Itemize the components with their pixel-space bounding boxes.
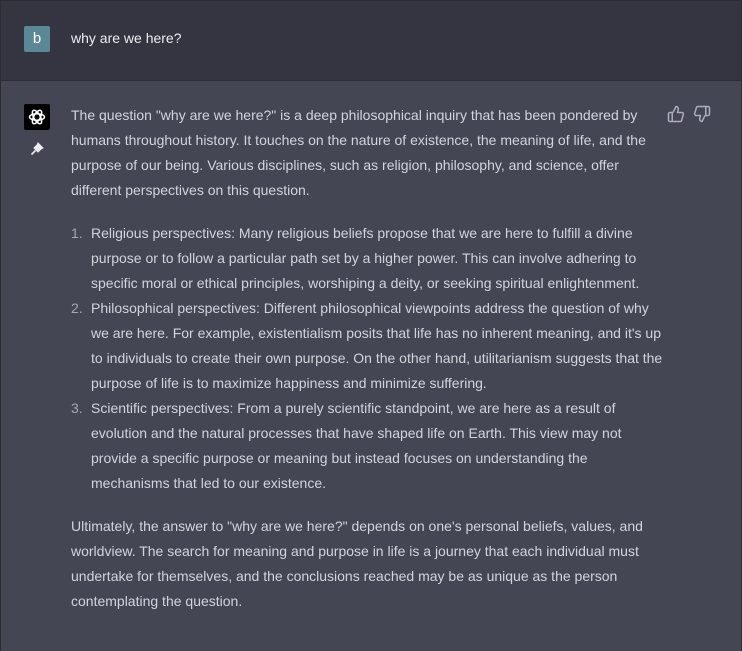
conclusion-paragraph: Ultimately, the answer to "why are we he… <box>71 518 643 609</box>
user-message-text: why are we here? <box>71 30 182 46</box>
assistant-message-content: The question "why are we here?" is a dee… <box>71 103 666 614</box>
list-number: 2. <box>71 300 83 316</box>
list-number: 1. <box>71 225 83 241</box>
list-item-text: Religious perspectives: Many religious b… <box>91 225 640 291</box>
pin-icon[interactable] <box>29 141 45 157</box>
user-avatar: b <box>24 26 50 52</box>
list-item-text: Philosophical perspectives: Different ph… <box>91 300 663 391</box>
list-item: 3. Scientific perspectives: From a purel… <box>71 396 666 496</box>
perspectives-list: 1. Religious perspectives: Many religiou… <box>71 221 666 496</box>
openai-logo-icon <box>24 104 50 130</box>
list-item: 2. Philosophical perspectives: Different… <box>71 296 666 396</box>
assistant-message: The question "why are we here?" is a dee… <box>1 81 741 651</box>
chat-page: b why are we here? The question "why are… <box>0 0 742 651</box>
list-item: 1. Religious perspectives: Many religiou… <box>71 221 666 296</box>
thumbs-up-icon[interactable] <box>667 105 685 123</box>
user-message: b why are we here? <box>1 1 741 81</box>
list-item-text: Scientific perspectives: From a purely s… <box>91 400 622 491</box>
intro-paragraph: The question "why are we here?" is a dee… <box>71 107 646 198</box>
list-number: 3. <box>71 400 83 416</box>
thumbs-down-icon[interactable] <box>693 105 711 123</box>
